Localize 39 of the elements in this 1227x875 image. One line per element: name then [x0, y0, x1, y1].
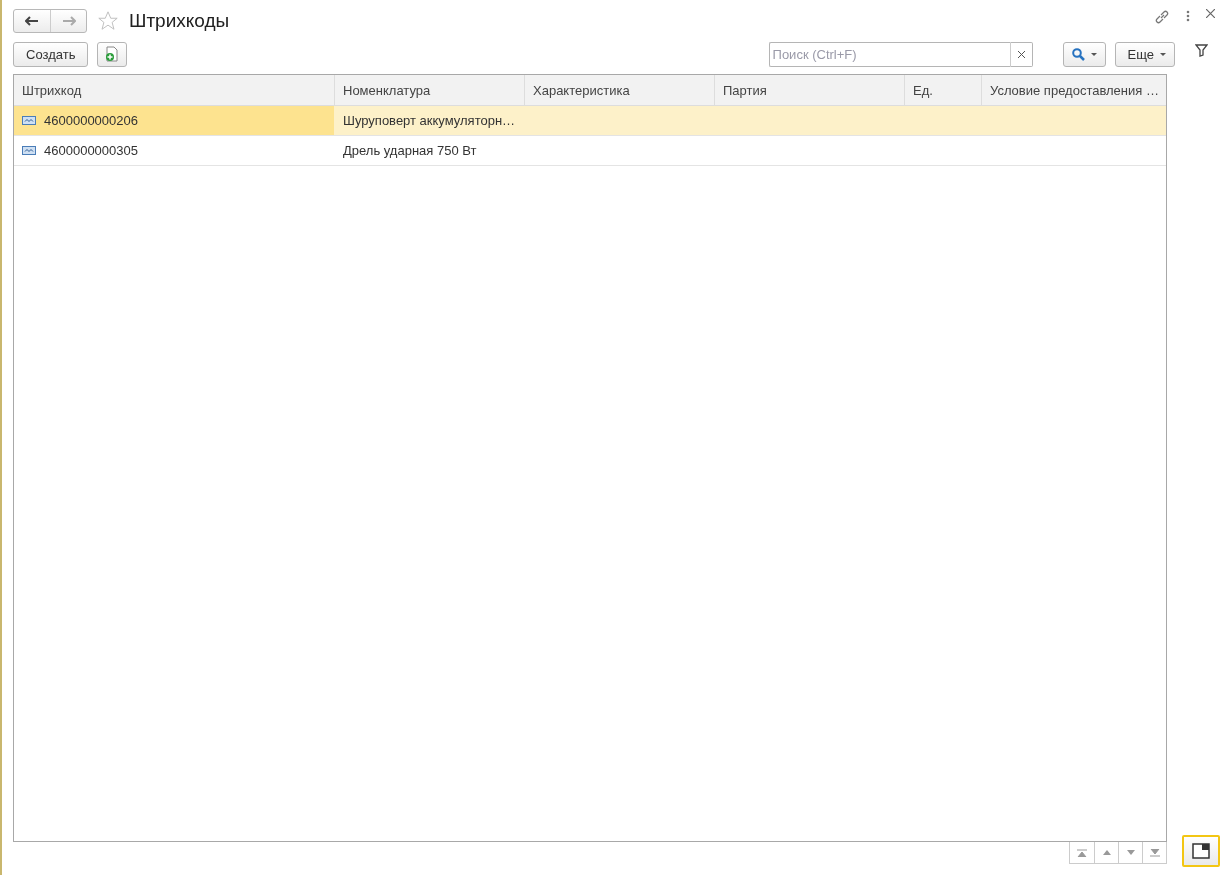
column-header[interactable]: Партия [714, 75, 904, 105]
to-top-icon [1077, 848, 1087, 857]
table-row[interactable]: 4600000000305 Дрель ударная 750 Вт [14, 136, 1166, 166]
arrow-right-icon [61, 16, 76, 26]
arrow-left-icon [25, 16, 39, 26]
window-icon [1192, 843, 1210, 859]
column-header[interactable]: Ед. [904, 75, 981, 105]
filter-icon[interactable] [1194, 44, 1208, 57]
column-header[interactable]: Условие предоставления … [981, 75, 1166, 105]
table-cell: 4600000000305 [44, 143, 138, 158]
window-title: Штрихкоды [129, 10, 230, 32]
add-document-button[interactable] [97, 41, 128, 67]
caret-icon [1160, 52, 1166, 56]
table-cell: Дрель ударная 750 Вт [343, 143, 477, 158]
table-cell: Шуруповерт аккумуляторн… [343, 113, 516, 128]
column-header[interactable]: Штрихкод [14, 75, 334, 105]
create-button[interactable]: Создать [13, 41, 89, 67]
triangle-down-icon [1126, 850, 1135, 855]
column-header[interactable]: Характеристика [524, 75, 714, 105]
menu-icon[interactable] [1186, 9, 1190, 23]
more-button[interactable]: Еще [1114, 41, 1175, 67]
search-icon [1071, 47, 1085, 61]
close-icon [1017, 51, 1025, 58]
search-button[interactable] [1062, 41, 1106, 67]
table-row[interactable]: 4600000000206 Шуруповерт аккумуляторн… [14, 106, 1166, 136]
panel-toggle-button[interactable] [1182, 835, 1220, 867]
table-cell: 4600000000206 [44, 113, 138, 128]
barcode-icon [22, 146, 36, 155]
document-add-icon [105, 46, 120, 62]
link-icon[interactable] [1154, 9, 1170, 25]
star-icon[interactable] [97, 10, 119, 32]
column-header[interactable]: Номенклатура [334, 75, 524, 105]
search-field[interactable]: Поиск (Ctrl+F) [768, 41, 1010, 67]
close-icon[interactable] [1206, 9, 1215, 18]
triangle-up-icon [1102, 850, 1111, 855]
caret-icon [1090, 52, 1097, 56]
to-bottom-icon [1149, 848, 1160, 857]
barcode-icon [22, 116, 36, 125]
clear-button[interactable] [1009, 41, 1033, 67]
